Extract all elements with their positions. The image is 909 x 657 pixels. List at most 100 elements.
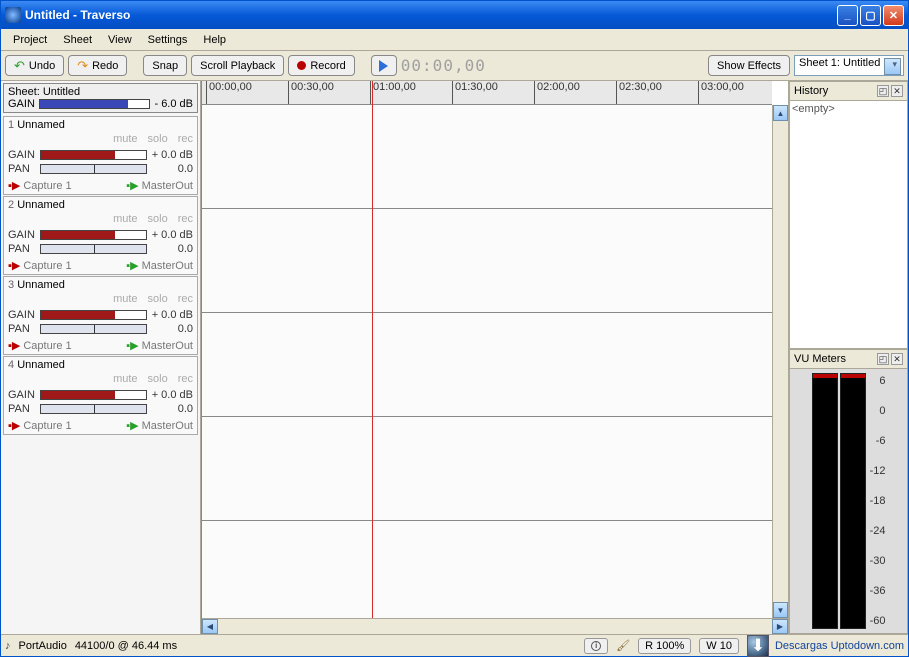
menu-sheet[interactable]: Sheet [55,31,100,49]
input-bus[interactable]: ▪▶Capture 1 [8,339,72,352]
mute-button[interactable]: mute [113,133,137,145]
input-bus[interactable]: ▪▶Capture 1 [8,419,72,432]
download-text: Descargas Uptodown.com [775,640,904,652]
tracks-canvas[interactable] [202,105,788,634]
menu-help[interactable]: Help [195,31,234,49]
gain-value: + 0.0 dB [151,389,193,401]
rec-button[interactable]: rec [178,213,193,225]
scroll-up-icon[interactable]: ▲ [773,105,788,121]
time-ruler[interactable]: 00:00,00 00:30,00 01:00,00 01:30,00 02:0… [202,81,772,105]
mute-button[interactable]: mute [113,293,137,305]
solo-button[interactable]: solo [148,373,168,385]
track-lane[interactable] [202,521,788,625]
track-number: 3 [8,279,14,291]
output-bus[interactable]: ▪▶MasterOut [126,179,193,192]
pan-slider[interactable] [40,324,147,334]
redo-icon: ↷ [77,58,88,74]
redo-button[interactable]: ↷Redo [68,55,127,76]
show-effects-label: Show Effects [717,60,781,72]
vu-panel: 6 0 -6 -12 -18 -24 -30 -36 -60 [789,369,908,634]
gain-slider[interactable] [40,150,147,160]
record-button[interactable]: Record [288,55,354,76]
gain-value: + 0.0 dB [151,229,193,241]
info-button[interactable]: i [584,638,608,654]
output-icon: ▪▶ [126,179,138,192]
output-bus[interactable]: ▪▶MasterOut [126,259,193,272]
zoom-w-button[interactable]: W 10 [699,638,739,654]
track-header[interactable]: 4 UnnamedmutesolorecGAIN+ 0.0 dBPAN0.0▪▶… [3,356,198,435]
audio-driver: PortAudio [19,640,67,652]
playhead[interactable] [372,81,373,618]
pan-slider[interactable] [40,244,147,254]
track-name[interactable]: Unnamed [17,279,65,291]
track-header[interactable]: 2 UnnamedmutesolorecGAIN+ 0.0 dBPAN0.0▪▶… [3,196,198,275]
scroll-down-icon[interactable]: ▼ [773,602,788,618]
undock-icon[interactable]: ◰ [877,353,889,365]
record-label: Record [310,60,345,72]
output-icon: ▪▶ [126,339,138,352]
vertical-scrollbar[interactable]: ▲ ▼ [772,105,788,618]
solo-button[interactable]: solo [148,213,168,225]
menu-settings[interactable]: Settings [140,31,196,49]
close-panel-icon[interactable]: ✕ [891,85,903,97]
sample-rate: 44100/0 @ 46.44 ms [75,640,177,652]
undo-button[interactable]: ↶Undo [5,55,64,76]
close-button[interactable]: ✕ [883,5,904,26]
sheet-name: Sheet: Untitled [8,86,193,98]
vu-meter-left [812,373,838,629]
scroll-right-icon[interactable]: ▶ [772,619,788,634]
undock-icon[interactable]: ◰ [877,85,889,97]
history-panel[interactable]: <empty> [789,101,908,349]
mute-button[interactable]: mute [113,373,137,385]
minimize-button[interactable]: _ [837,5,858,26]
track-header[interactable]: 3 UnnamedmutesolorecGAIN+ 0.0 dBPAN0.0▪▶… [3,276,198,355]
tool-icon[interactable]: 🖌 [616,639,630,652]
pan-slider[interactable] [40,404,147,414]
output-bus[interactable]: ▪▶MasterOut [126,419,193,432]
scroll-left-icon[interactable]: ◀ [202,619,218,634]
vu-title-text: VU Meters [794,353,846,365]
output-bus[interactable]: ▪▶MasterOut [126,339,193,352]
play-button[interactable] [371,55,397,76]
snap-button[interactable]: Snap [143,55,187,76]
sheet-selector[interactable]: Sheet 1: Untitled [794,55,904,76]
track-number: 4 [8,359,14,371]
track-lane[interactable] [202,105,788,209]
menu-view[interactable]: View [100,31,140,49]
gain-slider[interactable] [40,310,147,320]
menu-project[interactable]: Project [5,31,55,49]
solo-button[interactable]: solo [148,133,168,145]
track-name[interactable]: Unnamed [17,359,65,371]
mute-button[interactable]: mute [113,213,137,225]
toolbar: ↶Undo ↷Redo Snap Scroll Playback Record … [1,51,908,81]
maximize-button[interactable]: ▢ [860,5,881,26]
track-name[interactable]: Unnamed [17,119,65,131]
rec-button[interactable]: rec [178,293,193,305]
scroll-playback-label: Scroll Playback [200,60,275,72]
input-bus[interactable]: ▪▶Capture 1 [8,259,72,272]
zoom-r-button[interactable]: R 100% [638,638,691,654]
solo-button[interactable]: solo [148,293,168,305]
track-header[interactable]: 1 UnnamedmutesolorecGAIN+ 0.0 dBPAN0.0▪▶… [3,116,198,195]
rec-button[interactable]: rec [178,373,193,385]
rec-button[interactable]: rec [178,133,193,145]
track-lane[interactable] [202,313,788,417]
scroll-playback-button[interactable]: Scroll Playback [191,55,284,76]
sheet-gain-slider[interactable] [39,99,151,109]
show-effects-button[interactable]: Show Effects [708,55,790,76]
horizontal-scrollbar[interactable]: ◀ ▶ [202,618,788,634]
pan-slider[interactable] [40,164,147,174]
pan-label: PAN [8,243,36,255]
gain-slider[interactable] [40,230,147,240]
pan-value: 0.0 [151,243,193,255]
close-panel-icon[interactable]: ✕ [891,353,903,365]
titlebar: Untitled - Traverso _ ▢ ✕ [1,1,908,29]
track-lane[interactable] [202,209,788,313]
track-name[interactable]: Unnamed [17,199,65,211]
record-icon [297,61,306,70]
track-lane[interactable] [202,417,788,521]
gain-slider[interactable] [40,390,147,400]
timeline[interactable]: 00:00,00 00:30,00 01:00,00 01:30,00 02:0… [201,81,788,634]
input-bus[interactable]: ▪▶Capture 1 [8,179,72,192]
gain-value: + 0.0 dB [151,149,193,161]
